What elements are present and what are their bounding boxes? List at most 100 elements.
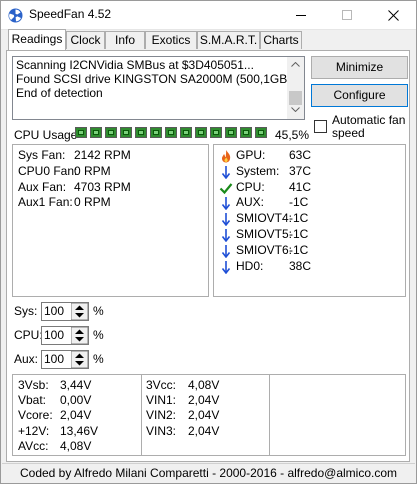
fan-row: Aux Fan: 4703 RPM: [18, 180, 203, 196]
tab-exotics[interactable]: Exotics: [145, 31, 197, 49]
temperature-row: SMIOVT5: -1C: [219, 227, 399, 243]
tab-info[interactable]: Info: [105, 31, 145, 49]
speedfan-window: SpeedFan 4.52 Readings Clock Info Exotic…: [0, 0, 417, 484]
temperature-name: SMIOVT4:: [236, 211, 293, 226]
voltage-divider: [141, 375, 142, 455]
cpu-meter-cell: [180, 127, 192, 138]
minimize-button[interactable]: Minimize: [311, 56, 408, 79]
temperature-row: SMIOVT6: -1C: [219, 243, 399, 259]
automatic-fan-speed-checkbox[interactable]: [314, 120, 327, 133]
tab-readings[interactable]: Readings: [8, 29, 66, 50]
automatic-fan-speed-label: Automatic fan speed: [332, 113, 406, 140]
fan-name: Sys Fan:: [18, 148, 66, 162]
configure-button[interactable]: Configure: [311, 84, 408, 107]
sys-speed-spinner[interactable]: 100: [41, 302, 89, 321]
aux-speed-value[interactable]: 100: [44, 352, 64, 366]
cpu-meter-led: [138, 130, 144, 135]
cpu-meter-cell: [165, 127, 177, 138]
cpu-speed-unit: %: [93, 328, 104, 342]
window-maximize-button[interactable]: [324, 1, 370, 29]
cpu-usage-label: CPU Usage: [14, 128, 78, 142]
log-line: Found SCSI drive KINGSTON SA2000M (500,1…: [16, 72, 292, 86]
temperature-row: HD0: 38C: [219, 259, 399, 275]
scroll-down-icon[interactable]: [291, 107, 300, 112]
cpu-usage-meter: [75, 127, 267, 140]
log-line: End of detection: [16, 86, 103, 100]
fan-value: 4703 RPM: [74, 179, 131, 194]
cpu-meter-led: [213, 130, 219, 135]
voltage-row: VIN3: 2,04V: [146, 424, 266, 439]
voltage-name: VIN1:: [146, 393, 177, 408]
fan-value: 2142 RPM: [74, 148, 131, 162]
voltage-name: 3Vsb:: [18, 378, 49, 392]
speedfan-app-icon: [8, 8, 23, 23]
voltage-row: AVcc: 4,08V: [18, 439, 138, 454]
spinner-arrows-icon[interactable]: [71, 351, 88, 368]
title-bar[interactable]: SpeedFan 4.52: [1, 1, 416, 30]
voltage-row: +12V: 13,46V: [18, 424, 138, 439]
cpu-meter-led: [198, 130, 204, 135]
temperature-value: 37C: [289, 163, 312, 178]
voltage-value: 2,04V: [60, 408, 92, 423]
voltage-divider: [269, 375, 270, 455]
temperature-name: HD0:: [236, 258, 264, 273]
detection-log[interactable]: Scanning I2CNVidia SMBus at $3D405051...…: [12, 56, 305, 120]
voltage-value: 0,00V: [60, 393, 92, 408]
cpu-usage-percent: 45,5%: [275, 128, 310, 142]
aux-speed-spinner[interactable]: 100: [41, 350, 89, 369]
voltage-row: VIN2: 2,04V: [146, 408, 266, 423]
temperature-value: 63C: [289, 148, 312, 162]
sys-speed-label: Sys:: [14, 304, 38, 318]
fan-name: Aux Fan:: [18, 179, 67, 194]
tab-charts[interactable]: Charts: [260, 31, 302, 49]
voltage-column-1: 3Vsb: 3,44V Vbat: 0,00V Vcore: 2,04V +12V: 1…: [18, 378, 138, 454]
temperature-name: CPU:: [236, 179, 265, 194]
fan-readings-box: Sys Fan: 2142 RPM CPU0 Fan: 0 RPM Aux Fan:…: [12, 144, 209, 297]
tab-smart[interactable]: S.M.A.R.T.: [197, 31, 260, 49]
spinner-arrows-icon[interactable]: [71, 327, 88, 344]
scroll-thumb[interactable]: [289, 91, 302, 105]
cpu-meter-cell: [210, 127, 222, 138]
voltage-column-2: 3Vcc: 4,08V VIN1: 2,04V VIN2: 2,04V VIN3: 2,…: [146, 378, 266, 439]
voltage-name: Vbat:: [18, 393, 47, 408]
voltage-value: 3,44V: [60, 378, 92, 392]
status-bar: Coded by Alfredo Milani Comparetti - 200…: [2, 463, 415, 483]
voltage-name: 3Vcc:: [146, 378, 177, 392]
fan-row: Aux1 Fan: 0 RPM: [18, 195, 203, 211]
fan-name: CPU0 Fan:: [18, 163, 78, 178]
tab-clock[interactable]: Clock: [66, 31, 105, 49]
cpu-meter-led: [183, 130, 189, 135]
temperature-readings-box: GPU: 63C System: 37C CPU: 41C AUX: -1C SMIOVT4: -…: [213, 144, 406, 297]
window-minimize-button[interactable]: [278, 1, 324, 29]
voltage-name: +12V:: [18, 423, 50, 438]
cpu-meter-led: [153, 130, 159, 135]
temperature-row: GPU: 63C: [219, 148, 399, 164]
temperature-value: 41C: [289, 179, 312, 194]
scroll-up-icon[interactable]: [291, 62, 300, 67]
fan-value: 0 RPM: [74, 195, 111, 210]
temperature-row: CPU: 41C: [219, 180, 399, 196]
temperature-row: SMIOVT4: -1C: [219, 211, 399, 227]
sys-speed-value[interactable]: 100: [44, 304, 64, 318]
temperature-row: AUX: -1C: [219, 195, 399, 211]
cpu-speed-value[interactable]: 100: [44, 328, 64, 342]
flame-icon: [222, 150, 231, 163]
log-line: Scanning I2CNVidia SMBus at $3D405051...: [16, 58, 254, 72]
cpu-meter-cell: [105, 127, 117, 138]
voltage-value: 4,08V: [60, 438, 92, 453]
aux-speed-label: Aux:: [14, 352, 39, 366]
cpu-meter-led: [228, 130, 234, 135]
voltage-name: AVcc:: [18, 438, 49, 453]
cpu-meter-led: [93, 130, 99, 135]
fan-value: 0 RPM: [74, 163, 111, 178]
fan-list: Sys Fan: 2142 RPM CPU0 Fan: 0 RPM Aux Fan:…: [18, 148, 203, 211]
window-close-button[interactable]: [370, 1, 416, 29]
cpu-speed-spinner[interactable]: 100: [41, 326, 89, 345]
voltage-row: Vbat: 0,00V: [18, 393, 138, 408]
voltage-value: 4,08V: [188, 378, 220, 392]
spinner-arrows-icon[interactable]: [71, 303, 88, 320]
fan-row: CPU0 Fan: 0 RPM: [18, 164, 203, 180]
log-scrollbar[interactable]: [287, 57, 304, 119]
log-lines: Scanning I2CNVidia SMBus at $3D405051...…: [16, 58, 291, 100]
cpu-meter-led: [258, 130, 264, 135]
